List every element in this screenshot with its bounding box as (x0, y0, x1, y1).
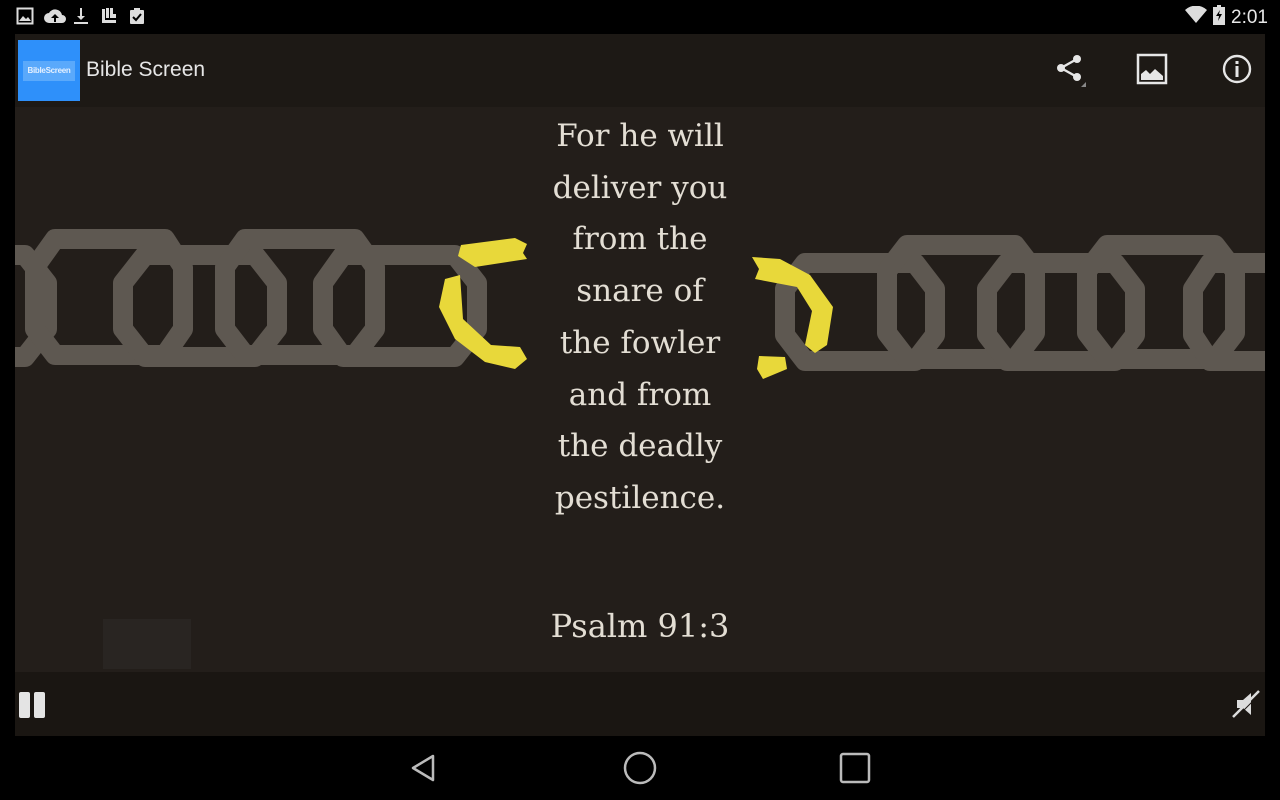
battery-charging-icon (1213, 5, 1226, 30)
download-icon (72, 7, 90, 25)
verse-image[interactable]: For he will deliver you from the snare o… (15, 107, 1265, 672)
app-logo-text: BibleScreen (23, 60, 75, 81)
chain-link (977, 253, 1145, 371)
right-chain (775, 235, 1265, 371)
verse-reference: Psalm 91:3 (550, 607, 730, 645)
chain-link (113, 245, 287, 367)
back-icon (404, 754, 444, 794)
status-bar: 2:01 (0, 0, 1280, 34)
action-bar: BibleScreen Bible Screen (15, 34, 1265, 107)
pause-icon (19, 692, 45, 720)
library-icon (100, 7, 118, 25)
verse-line: the deadly (557, 428, 723, 465)
app-title: Bible Screen (86, 58, 206, 81)
verse-line: pestilence. (554, 479, 726, 516)
verse-line: snare of (576, 273, 704, 310)
app-window: BibleScreen Bible Screen For he will del… (15, 34, 1265, 736)
image-notification-icon (16, 7, 34, 25)
image-icon (1135, 52, 1169, 91)
pause-button[interactable] (19, 692, 47, 720)
mute-toggle-button[interactable] (1229, 687, 1263, 721)
verse-text: For he will deliver you from the snare o… (490, 111, 790, 525)
recents-icon (836, 752, 876, 794)
verse-line: For he will (556, 118, 724, 154)
share-icon (1052, 51, 1088, 92)
info-icon (1220, 52, 1254, 91)
verse-line: and from (568, 376, 712, 413)
app-logo[interactable]: BibleScreen (18, 40, 80, 101)
left-chain (15, 229, 487, 367)
background-shadow (103, 619, 191, 669)
set-wallpaper-button[interactable] (1133, 52, 1171, 90)
volume-off-icon (1229, 690, 1263, 725)
cloud-upload-icon (44, 7, 66, 25)
clipboard-check-icon (128, 7, 146, 25)
verse-line: deliver you (552, 169, 728, 206)
clock: 2:01 (1231, 6, 1268, 28)
share-button[interactable] (1051, 52, 1089, 90)
verse-line: from the (572, 221, 708, 258)
recents-button[interactable] (836, 750, 876, 790)
system-icons: 2:01 (1185, 5, 1268, 30)
back-button[interactable] (404, 750, 444, 790)
home-button[interactable] (620, 750, 660, 790)
info-button[interactable] (1218, 52, 1256, 90)
navigation-bar (0, 736, 1280, 800)
home-icon (620, 751, 660, 794)
verse-line: the fowler (559, 324, 721, 361)
playback-control-bar (15, 672, 1265, 736)
notification-icons (16, 7, 146, 25)
wifi-icon (1185, 5, 1208, 29)
